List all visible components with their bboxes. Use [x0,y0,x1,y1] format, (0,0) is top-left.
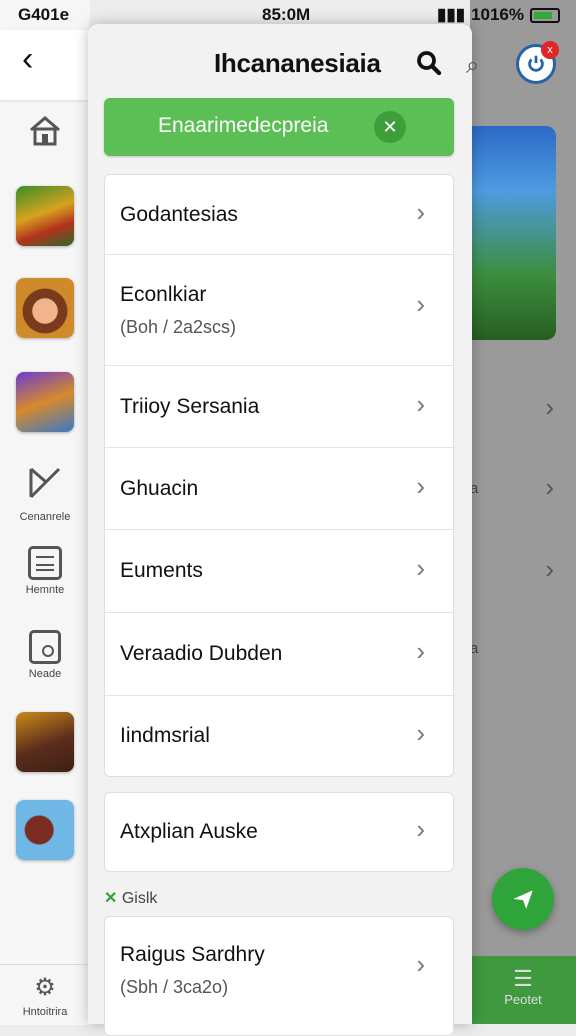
sidebar-game-3[interactable] [0,372,90,432]
avatar[interactable]: x [516,41,559,84]
home-icon [30,116,60,146]
carrier-text: G401e [18,5,70,24]
section-label-text: Gislk [121,890,158,907]
menu-item-label: Iindmsrial [120,724,210,747]
game-thumbnail [16,372,74,432]
sidebar-bottom-label: Hntoitrira [22,1006,68,1018]
sidebar-bottom-item[interactable]: ⚙ Hntoitrira [0,964,90,1025]
status-time: 85:0M [262,5,311,24]
menu-item-label: Econlkiar [120,283,207,306]
sidebar-item-1[interactable]: Cenanrele [0,464,90,523]
file-icon [29,630,61,664]
menu-card-3: Raigus Sardhry (Sbh / 3ca2o) › [104,916,454,1036]
menu-item[interactable]: Econlkiar (Boh / 2a2scs) › [105,255,453,366]
background-app: › › › a a ☰ Peotet [470,0,576,1024]
menu-item-label: Veraadio Dubden [120,642,283,665]
search-button[interactable] [414,48,444,85]
background-tab-label: Peotet [504,992,542,1007]
banner-text: Enaarimedecpreia [158,114,329,137]
menu-item[interactable]: Godantesias › [105,175,453,255]
menu-item-label: Triioy Sersania [120,395,260,418]
chevron-right-icon: › [416,814,425,844]
drawer-panel: Ihcananesiaia Enaarimedecpreia ✕ Godante… [88,24,472,1036]
menu-item[interactable]: Iindmsrial › [105,696,453,776]
status-bar: G401e 85:0M ▮▮▮ 1016% [0,0,576,30]
game-thumbnail [16,800,74,860]
battery-icon [530,7,560,23]
menu-item[interactable]: Triioy Sersania › [105,366,453,448]
menu-item[interactable]: Veraadio Dubden › [105,613,453,696]
chevron-right-icon: › [545,554,554,584]
gear-icon: ⚙ [34,974,56,1001]
document-icon [28,546,62,580]
menu-item[interactable]: Raigus Sardhry (Sbh / 3ca2o) › [105,917,453,1025]
edit-icon [29,467,61,499]
menu-card-2: Atxplian Auske › [104,792,454,872]
sidebar-item-2[interactable]: Hemnte [0,546,90,596]
chevron-right-icon: › [416,289,425,319]
sidebar-game-5[interactable] [0,800,90,860]
chevron-right-icon: › [416,197,425,227]
signal-icon: ▮▮▮ [436,5,466,24]
menu-item-sublabel: (Boh / 2a2scs) [120,317,237,337]
notification-badge: x [541,41,559,59]
sidebar-game-2[interactable] [0,278,90,338]
notification-banner[interactable]: Enaarimedecpreia ✕ [104,98,454,156]
menu-item-sublabel: (Sbh / 3ca2o) [120,977,229,997]
close-small-icon: ✕ [104,890,118,907]
sidebar-game-1[interactable] [0,186,90,246]
search-icon [417,51,442,76]
chevron-right-icon: › [416,471,425,501]
game-thumbnail [16,186,74,246]
sidebar-game-4[interactable] [0,712,90,772]
menu-item[interactable]: Euments › [105,530,453,613]
background-thumbnail [470,126,556,340]
sidebar: ‹ Cenanrele Hemnte Neade ⚙ Hntoitrira [0,0,90,1025]
menu-item-label: Atxplian Auske [120,820,258,843]
status-right: ▮▮▮ 1016% [437,5,560,25]
menu-card-1: Godantesias › Econlkiar (Boh / 2a2scs) ›… [104,174,454,777]
menu-item-label: Euments [120,559,203,582]
back-button[interactable]: ‹ [0,30,90,100]
chevron-right-icon: › [545,472,554,502]
sidebar-label: Neade [28,668,62,680]
menu-item[interactable]: Ghuacin › [105,448,453,530]
chevron-right-icon: › [416,949,425,979]
sidebar-label: Hemnte [25,584,65,596]
game-thumbnail [16,278,74,338]
sidebar-item-3[interactable]: Neade [0,630,90,680]
send-icon [513,890,533,909]
chevron-right-icon: › [416,636,425,666]
list-icon: ☰ [513,966,533,991]
menu-item-label: Godantesias [120,203,238,226]
menu-item[interactable]: Atxplian Auske › [105,793,453,871]
menu-item-label: Raigus Sardhry [120,943,265,966]
chevron-left-icon: ‹ [22,40,34,78]
sidebar-item-home[interactable] [0,112,90,155]
battery-percent: 1016% [471,5,524,24]
chevron-right-icon: › [416,389,425,419]
search-icon: ⌕ [466,52,480,79]
chevron-right-icon: › [545,392,554,422]
close-icon[interactable]: ✕ [374,111,406,143]
game-thumbnail [16,712,74,772]
section-label: ✕ Gislk [104,888,157,908]
chevron-right-icon: › [416,718,425,748]
menu-item-label: Ghuacin [120,477,199,500]
panel-header: Ihcananesiaia [88,24,472,98]
send-fab-button[interactable] [492,868,554,930]
chevron-right-icon: › [416,553,425,583]
page-title: Ihcananesiaia [214,48,381,78]
background-bottom-tab[interactable]: ☰ Peotet [470,956,576,1024]
sidebar-label: Cenanrele [19,511,71,523]
